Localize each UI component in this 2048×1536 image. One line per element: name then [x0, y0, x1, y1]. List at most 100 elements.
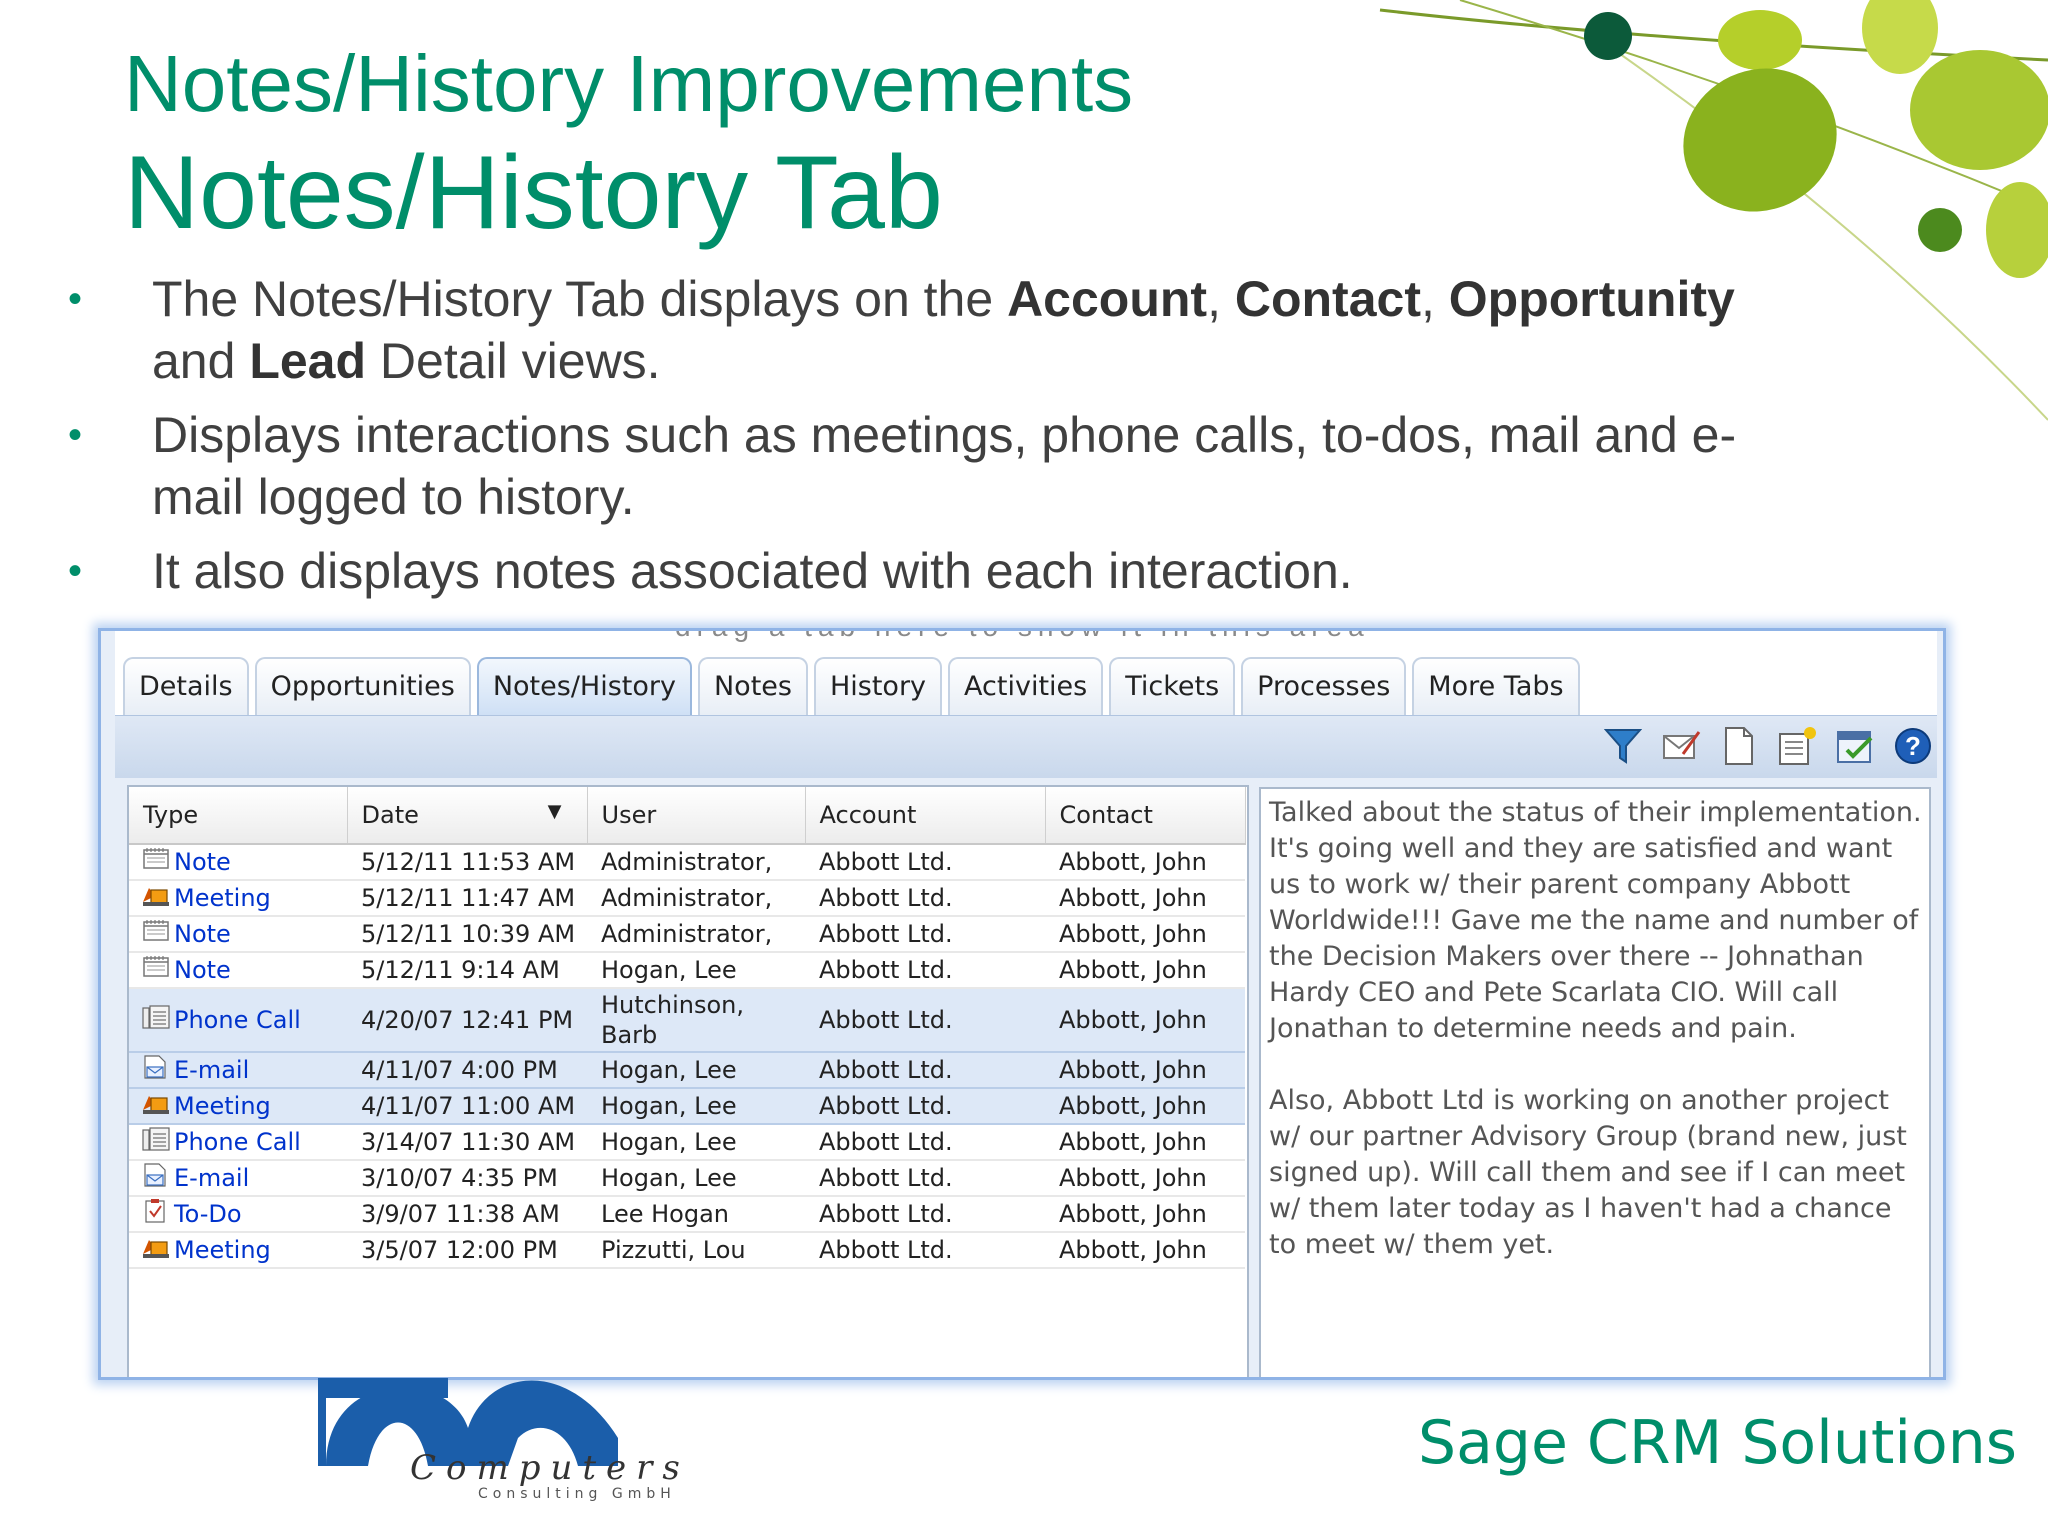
tab-tickets[interactable]: Tickets [1109, 657, 1236, 715]
tab-processes[interactable]: Processes [1241, 657, 1407, 715]
type-link[interactable]: E-mail [174, 1164, 249, 1192]
tab-notes-history[interactable]: Notes/History [476, 657, 692, 715]
contact-cell: Abbott, John [1045, 1232, 1245, 1269]
column-header-user[interactable]: User [587, 787, 806, 845]
table-row[interactable]: Note 5/12/11 9:14 AM Hogan, Lee Abbott Ltd.… [129, 952, 1245, 989]
contact-cell: Abbott, John [1045, 1088, 1245, 1125]
date-cell: 3/5/07 12:00 PM [347, 1232, 587, 1269]
date-cell: 4/11/07 11:00 AM [347, 1088, 587, 1125]
tab-more-tabs[interactable]: More Tabs [1412, 657, 1580, 715]
meeting-icon [141, 1234, 171, 1266]
tab-activities[interactable]: Activities [948, 657, 1104, 715]
table-row[interactable]: E-mail 3/10/07 4:35 PM Hogan, Lee Abbott Lt… [129, 1160, 1245, 1197]
type-cell: Phone Call [129, 1124, 347, 1161]
slide: Notes/History Improvements Notes/History… [0, 0, 2048, 1536]
type-cell: Note [129, 844, 347, 881]
tab-opportunities[interactable]: Opportunities [254, 657, 471, 715]
column-header-label: Contact [1059, 801, 1153, 829]
column-header-type[interactable]: Type [129, 787, 348, 845]
date-cell: 3/10/07 4:35 PM [347, 1160, 587, 1197]
type-link[interactable]: Meeting [174, 1236, 271, 1264]
type-link[interactable]: E-mail [174, 1056, 249, 1084]
help-icon[interactable]: ? [1893, 724, 1933, 768]
user-cell: Administrator, [587, 844, 805, 881]
account-cell: Abbott Ltd. [805, 880, 1045, 917]
type-link[interactable]: Note [174, 920, 231, 948]
bullet-dot: • [68, 277, 83, 321]
calendar-check-icon[interactable] [1835, 724, 1875, 768]
type-cell: Meeting [129, 1232, 347, 1269]
todo-icon [141, 1198, 171, 1230]
bullet-text: and [152, 333, 250, 389]
sort-descending-icon[interactable]: ▼ [548, 801, 562, 822]
bullet-text: It also displays notes associated with e… [152, 543, 1353, 599]
column-header-label: User [601, 801, 657, 829]
type-link[interactable]: Phone Call [174, 1006, 301, 1034]
column-header-account[interactable]: Account [805, 787, 1046, 845]
table-row[interactable]: Phone Call 3/14/07 11:30 AM Hogan, Lee Abbo… [129, 1124, 1245, 1161]
account-cell: Abbott Ltd. [805, 1196, 1045, 1233]
email-icon [141, 1162, 171, 1194]
column-header-label: Type [143, 801, 199, 829]
type-link[interactable]: Note [174, 848, 231, 876]
column-header-contact[interactable]: Contact [1045, 787, 1246, 845]
tab-history[interactable]: History [813, 657, 943, 715]
table-row[interactable]: Note 5/12/11 11:53 AM Administrator, Abbott… [129, 844, 1245, 881]
column-header-label: Account [819, 801, 917, 829]
contact-cell: Abbott, John [1045, 988, 1245, 1053]
account-cell: Abbott Ltd. [805, 988, 1045, 1053]
account-cell: Abbott Ltd. [805, 844, 1045, 881]
user-cell: Pizzutti, Lou [587, 1232, 805, 1269]
type-cell: Phone Call [129, 988, 347, 1053]
phone-icon [141, 1004, 171, 1036]
drag-hint: drag a tab here to show it in this area [675, 631, 1370, 643]
column-header-date[interactable]: Date ▼ [347, 787, 588, 845]
slide-title: Notes/History Improvements [124, 39, 1134, 128]
user-cell: Hogan, Lee [587, 1124, 805, 1161]
brand-name: Sage CRM Solutions [1418, 1408, 2018, 1478]
bullet-dot: • [68, 549, 83, 593]
bullet-text: , [1420, 271, 1449, 327]
type-cell: Note [129, 952, 347, 989]
bullet-item: • The Notes/History Tab displays on the A… [68, 268, 1788, 392]
bullet-bold-text: Opportunity [1448, 271, 1735, 327]
column-header-label: Date [361, 801, 419, 829]
account-cell: Abbott Ltd. [805, 1088, 1045, 1125]
type-link[interactable]: Meeting [174, 884, 271, 912]
note-paragraph: Talked about the status of their impleme… [1269, 797, 1922, 1044]
meeting-icon [141, 1090, 171, 1122]
toolbar: ? [115, 715, 1937, 778]
user-cell: Administrator, [587, 916, 805, 953]
type-cell: Meeting [129, 1088, 347, 1125]
table-row[interactable]: Meeting 3/5/07 12:00 PM Pizzutti, Lou Abbot… [129, 1232, 1245, 1269]
filter-icon[interactable] [1603, 724, 1643, 768]
type-link[interactable]: Note [174, 956, 231, 984]
table-row[interactable]: Meeting 4/11/07 11:00 AM Hogan, Lee Abbott … [129, 1088, 1245, 1125]
user-cell: Hogan, Lee [587, 1160, 805, 1197]
contact-cell: Abbott, John [1045, 952, 1245, 989]
bullet-bold-text: Account [1007, 271, 1208, 327]
table-row[interactable]: E-mail 4/11/07 4:00 PM Hogan, Lee Abbott Lt… [129, 1052, 1245, 1089]
note-paragraph: Also, Abbott Ltd is working on another p… [1269, 1085, 1907, 1260]
account-cell: Abbott Ltd. [805, 1232, 1045, 1269]
mark-mail-icon[interactable] [1661, 724, 1701, 768]
tab-details[interactable]: Details [123, 657, 249, 715]
user-cell: Hogan, Lee [587, 1088, 805, 1125]
account-cell: Abbott Ltd. [805, 1052, 1045, 1089]
tab-notes[interactable]: Notes [697, 657, 808, 715]
type-link[interactable]: Phone Call [174, 1128, 301, 1156]
type-link[interactable]: Meeting [174, 1092, 271, 1120]
type-link[interactable]: To-Do [174, 1200, 242, 1228]
table-row[interactable]: Phone Call 4/20/07 12:41 PM Hutchinson, Ba… [129, 988, 1245, 1053]
type-cell: E-mail [129, 1160, 347, 1197]
notes-preview-panel: Talked about the status of their impleme… [1259, 787, 1931, 1377]
date-cell: 4/11/07 4:00 PM [347, 1052, 587, 1089]
user-cell: Hogan, Lee [587, 1052, 805, 1089]
type-cell: Note [129, 916, 347, 953]
table-row[interactable]: Note 5/12/11 10:39 AM Administrator, Abbott… [129, 916, 1245, 953]
new-note-icon[interactable] [1777, 724, 1817, 768]
new-document-icon[interactable] [1719, 724, 1759, 768]
bullet-text: Displays interactions such as meetings, … [152, 407, 1737, 525]
table-row[interactable]: Meeting 5/12/11 11:47 AM Administrator, Abb… [129, 880, 1245, 917]
table-row[interactable]: To-Do 3/9/07 11:38 AM Lee Hogan Abbott Ltd.… [129, 1196, 1245, 1233]
